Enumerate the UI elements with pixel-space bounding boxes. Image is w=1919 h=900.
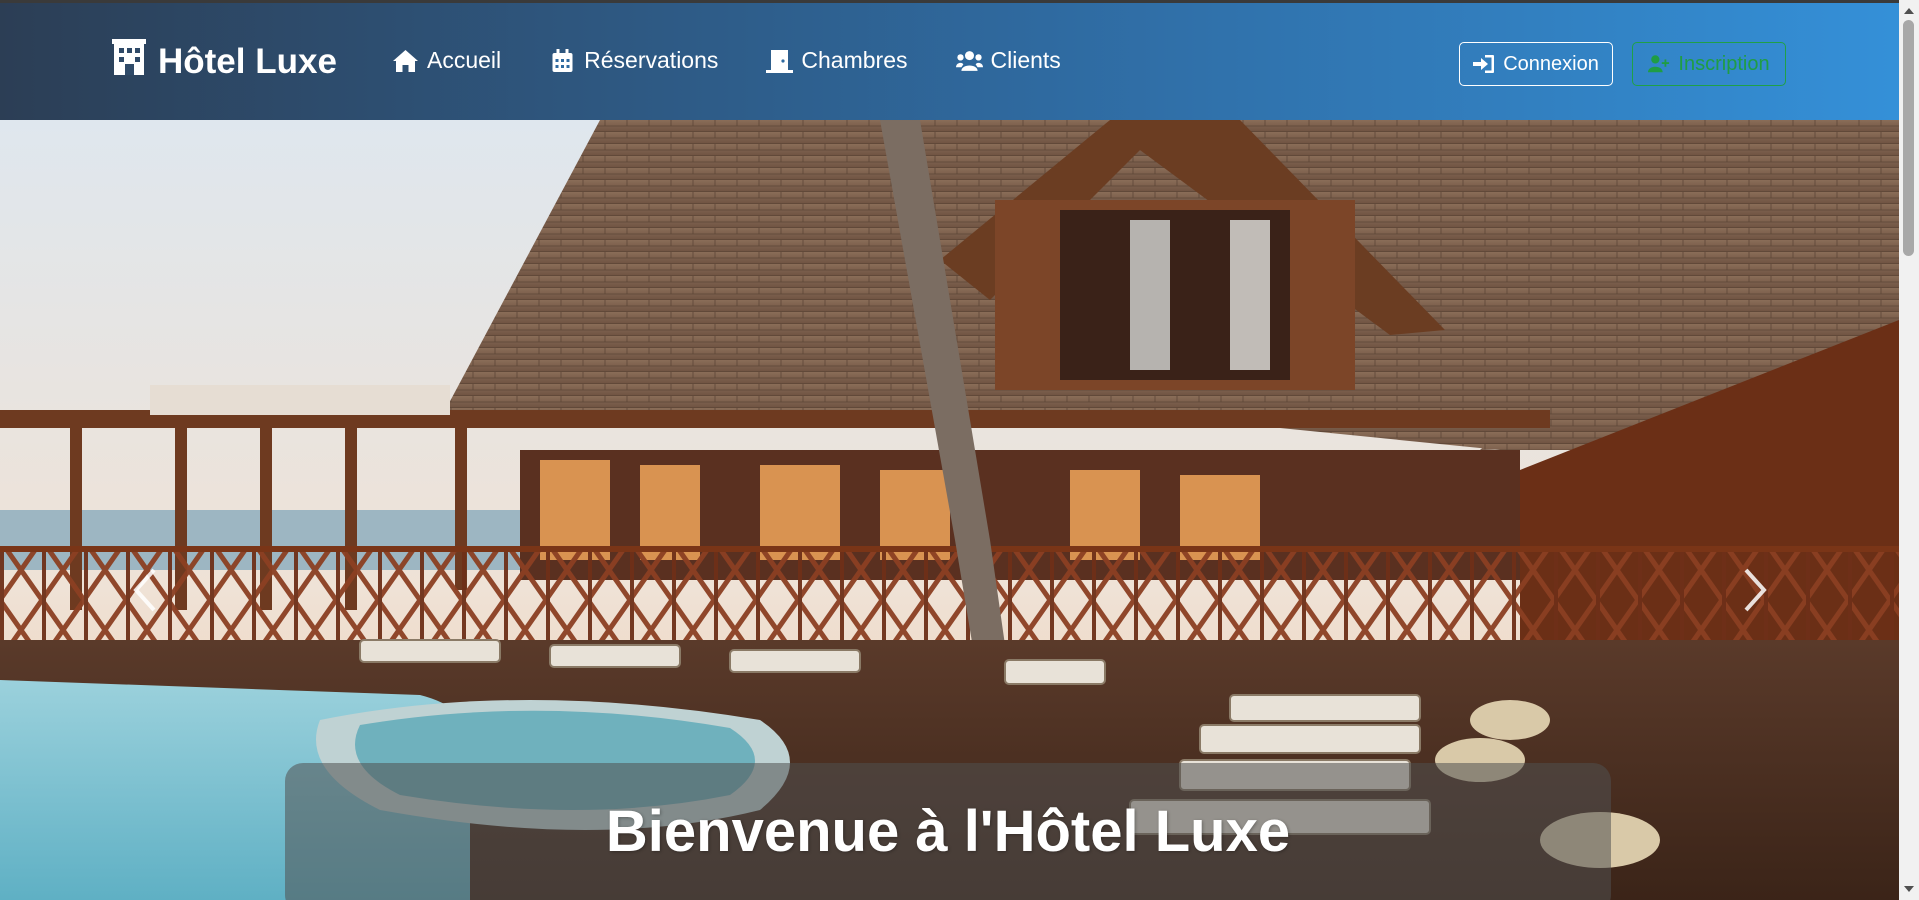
main-nav: Accueil Réservations Chambres Clients bbox=[392, 47, 1061, 74]
scroll-down-arrow-icon[interactable] bbox=[1903, 882, 1915, 896]
nav-item-label: Chambres bbox=[801, 47, 908, 73]
signup-button[interactable]: Inscription bbox=[1632, 42, 1786, 86]
hero-caption: Bienvenue à l'Hôtel Luxe bbox=[285, 763, 1611, 900]
nav-item-label: Accueil bbox=[427, 47, 502, 73]
sign-in-icon bbox=[1473, 55, 1495, 73]
hero-title: Bienvenue à l'Hôtel Luxe bbox=[605, 799, 1291, 864]
door-icon bbox=[766, 49, 794, 73]
chevron-left-icon bbox=[133, 568, 156, 612]
login-button[interactable]: Connexion bbox=[1459, 42, 1613, 86]
nav-item-label: Clients bbox=[990, 47, 1061, 73]
user-plus-icon bbox=[1648, 55, 1670, 73]
nav-item-accueil[interactable]: Accueil bbox=[392, 47, 501, 74]
signup-label: Inscription bbox=[1678, 52, 1770, 75]
login-label: Connexion bbox=[1503, 52, 1599, 75]
brand[interactable]: Hôtel Luxe bbox=[112, 39, 337, 84]
nav-item-chambres[interactable]: Chambres bbox=[766, 47, 908, 74]
nav-item-label: Réservations bbox=[584, 47, 719, 73]
page-scrollbar[interactable] bbox=[1899, 0, 1919, 900]
nav-item-reservations[interactable]: Réservations bbox=[549, 47, 718, 74]
chevron-right-icon bbox=[1744, 568, 1767, 612]
calendar-icon bbox=[552, 48, 573, 72]
scrollbar-thumb[interactable] bbox=[1903, 20, 1914, 256]
navbar: Hôtel Luxe Accueil Réservations Chambres… bbox=[0, 3, 1899, 120]
users-icon bbox=[955, 50, 983, 71]
hotel-building-icon bbox=[112, 39, 146, 84]
brand-name: Hôtel Luxe bbox=[158, 41, 337, 81]
carousel-prev-button[interactable] bbox=[110, 540, 180, 640]
hero-carousel: Bienvenue à l'Hôtel Luxe bbox=[0, 120, 1899, 900]
scroll-up-arrow-icon[interactable] bbox=[1903, 4, 1915, 18]
nav-item-clients[interactable]: Clients bbox=[955, 47, 1061, 74]
home-icon bbox=[393, 49, 418, 72]
carousel-next-button[interactable] bbox=[1720, 540, 1790, 640]
